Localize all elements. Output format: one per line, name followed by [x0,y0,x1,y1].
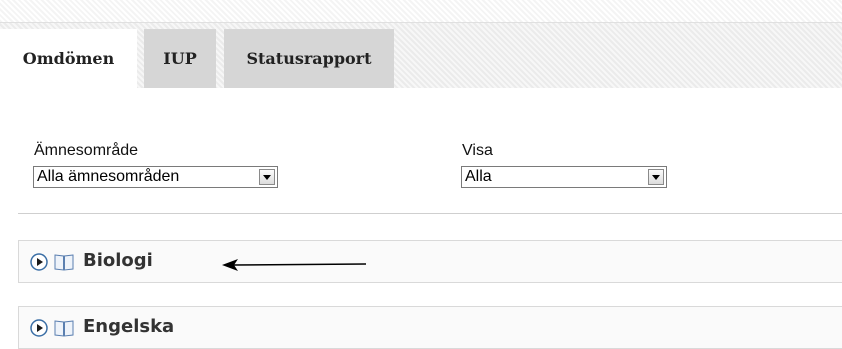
filter-divider [18,213,842,214]
book-icon [54,253,74,275]
expand-play-icon[interactable] [30,253,48,275]
book-icon [54,319,74,341]
tab-statusrapport[interactable]: Statusrapport [224,29,394,88]
tab-omdomen[interactable]: Omdömen [0,29,137,88]
chevron-down-icon[interactable] [259,169,275,185]
subject-row-engelska[interactable]: Engelska [18,306,842,349]
show-select-value: Alla [465,168,492,185]
show-select[interactable]: Alla [461,166,667,188]
expand-play-icon[interactable] [30,319,48,341]
subject-area-select-value: Alla ämnesområden [37,168,180,185]
top-decorative-strip [0,0,842,22]
subject-row-biologi[interactable]: Biologi [18,240,842,283]
subject-area-label: Ämnesområde [34,142,139,159]
chevron-down-icon[interactable] [648,169,664,185]
annotation-arrow-icon [222,259,366,271]
tab-iup[interactable]: IUP [144,29,216,88]
show-label: Visa [462,142,493,159]
subject-title: Biologi [83,250,153,271]
subject-area-select[interactable]: Alla ämnesområden [33,166,278,188]
subject-title: Engelska [83,316,175,337]
tab-bar: Omdömen IUP Statusrapport [0,22,842,88]
